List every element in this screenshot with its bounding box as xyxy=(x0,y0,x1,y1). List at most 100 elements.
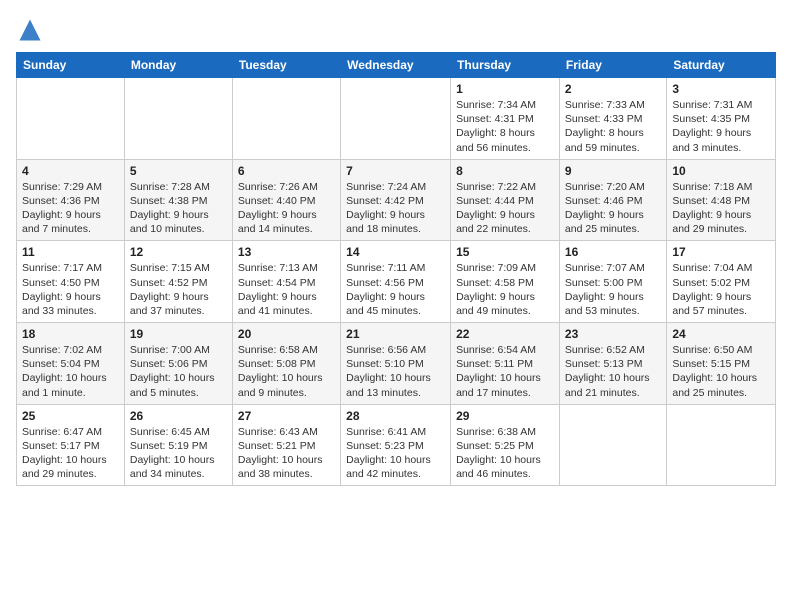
calendar-cell: 4 Sunrise: 7:29 AMSunset: 4:36 PMDaylight… xyxy=(17,159,125,241)
weekday-header-sunday: Sunday xyxy=(17,53,125,78)
calendar-cell xyxy=(667,404,776,486)
calendar-cell: 19Sunrise: 7:00 AMSunset: 5:06 PMDayligh… xyxy=(124,323,232,405)
calendar-cell: 25 Sunrise: 6:47 AMSunset: 5:17 PMDayligh… xyxy=(17,404,125,486)
day-number: 10 xyxy=(672,164,770,178)
day-info: Sunrise: 7:26 AMSunset: 4:40 PMDaylight:… xyxy=(238,180,335,237)
calendar-cell: 9 Sunrise: 7:20 AMSunset: 4:46 PMDaylight… xyxy=(559,159,666,241)
day-info: Sunrise: 6:56 AMSunset: 5:10 PMDaylight:… xyxy=(346,343,445,400)
day-info: Sunrise: 7:13 AMSunset: 4:54 PMDaylight:… xyxy=(238,261,335,318)
day-number: 17 xyxy=(672,245,770,259)
day-number: 11 xyxy=(22,245,119,259)
calendar-table: SundayMondayTuesdayWednesdayThursdayFrid… xyxy=(16,52,776,486)
day-number: 20 xyxy=(238,327,335,341)
day-number: 2 xyxy=(565,82,661,96)
day-info: Sunrise: 7:34 AMSunset: 4:31 PMDaylight:… xyxy=(456,98,554,155)
day-info: Sunrise: 7:18 AMSunset: 4:48 PMDaylight:… xyxy=(672,180,770,237)
logo xyxy=(16,16,48,44)
day-number: 12 xyxy=(130,245,227,259)
day-number: 1 xyxy=(456,82,554,96)
weekday-header-friday: Friday xyxy=(559,53,666,78)
day-info: Sunrise: 7:24 AMSunset: 4:42 PMDaylight:… xyxy=(346,180,445,237)
day-number: 15 xyxy=(456,245,554,259)
calendar-cell: 27 Sunrise: 6:43 AMSunset: 5:21 PMDayligh… xyxy=(232,404,340,486)
logo-icon xyxy=(16,16,44,44)
day-number: 21 xyxy=(346,327,445,341)
calendar-cell: 23 Sunrise: 6:52 AMSunset: 5:13 PMDayligh… xyxy=(559,323,666,405)
calendar-week-row: 1 Sunrise: 7:34 AMSunset: 4:31 PMDaylight… xyxy=(17,78,776,160)
calendar-cell: 7 Sunrise: 7:24 AMSunset: 4:42 PMDaylight… xyxy=(341,159,451,241)
day-number: 27 xyxy=(238,409,335,423)
calendar-cell: 13 Sunrise: 7:13 AMSunset: 4:54 PMDayligh… xyxy=(232,241,340,323)
calendar-cell: 16 Sunrise: 7:07 AMSunset: 5:00 PMDayligh… xyxy=(559,241,666,323)
day-number: 26 xyxy=(130,409,227,423)
weekday-header-wednesday: Wednesday xyxy=(341,53,451,78)
day-info: Sunrise: 6:47 AMSunset: 5:17 PMDaylight:… xyxy=(22,425,119,482)
day-info: Sunrise: 7:29 AMSunset: 4:36 PMDaylight:… xyxy=(22,180,119,237)
day-number: 5 xyxy=(130,164,227,178)
calendar-cell: 11 Sunrise: 7:17 AMSunset: 4:50 PMDayligh… xyxy=(17,241,125,323)
calendar-cell: 12 Sunrise: 7:15 AMSunset: 4:52 PMDayligh… xyxy=(124,241,232,323)
calendar-cell: 15 Sunrise: 7:09 AMSunset: 4:58 PMDayligh… xyxy=(451,241,560,323)
calendar-cell: 5 Sunrise: 7:28 AMSunset: 4:38 PMDaylight… xyxy=(124,159,232,241)
weekday-header-monday: Monday xyxy=(124,53,232,78)
calendar-week-row: 4 Sunrise: 7:29 AMSunset: 4:36 PMDaylight… xyxy=(17,159,776,241)
day-info: Sunrise: 7:15 AMSunset: 4:52 PMDaylight:… xyxy=(130,261,227,318)
day-number: 9 xyxy=(565,164,661,178)
calendar-cell xyxy=(232,78,340,160)
calendar-cell: 17 Sunrise: 7:04 AMSunset: 5:02 PMDayligh… xyxy=(667,241,776,323)
day-number: 6 xyxy=(238,164,335,178)
day-info: Sunrise: 7:04 AMSunset: 5:02 PMDaylight:… xyxy=(672,261,770,318)
day-info: Sunrise: 7:09 AMSunset: 4:58 PMDaylight:… xyxy=(456,261,554,318)
day-info: Sunrise: 6:50 AMSunset: 5:15 PMDaylight:… xyxy=(672,343,770,400)
calendar-cell: 1 Sunrise: 7:34 AMSunset: 4:31 PMDaylight… xyxy=(451,78,560,160)
calendar-cell: 14 Sunrise: 7:11 AMSunset: 4:56 PMDayligh… xyxy=(341,241,451,323)
calendar-week-row: 25 Sunrise: 6:47 AMSunset: 5:17 PMDayligh… xyxy=(17,404,776,486)
calendar-cell xyxy=(559,404,666,486)
day-info: Sunrise: 7:22 AMSunset: 4:44 PMDaylight:… xyxy=(456,180,554,237)
day-info: Sunrise: 7:02 AMSunset: 5:04 PMDaylight:… xyxy=(22,343,119,400)
calendar-cell: 21 Sunrise: 6:56 AMSunset: 5:10 PMDayligh… xyxy=(341,323,451,405)
day-number: 23 xyxy=(565,327,661,341)
calendar-cell: 29Sunrise: 6:38 AMSunset: 5:25 PMDayligh… xyxy=(451,404,560,486)
calendar-cell: 28 Sunrise: 6:41 AMSunset: 5:23 PMDayligh… xyxy=(341,404,451,486)
calendar-cell: 3 Sunrise: 7:31 AMSunset: 4:35 PMDaylight… xyxy=(667,78,776,160)
day-info: Sunrise: 7:33 AMSunset: 4:33 PMDaylight:… xyxy=(565,98,661,155)
calendar-cell: 26Sunrise: 6:45 AMSunset: 5:19 PMDayligh… xyxy=(124,404,232,486)
calendar-cell: 18 Sunrise: 7:02 AMSunset: 5:04 PMDayligh… xyxy=(17,323,125,405)
weekday-header-row: SundayMondayTuesdayWednesdayThursdayFrid… xyxy=(17,53,776,78)
calendar-cell xyxy=(341,78,451,160)
calendar-cell: 6 Sunrise: 7:26 AMSunset: 4:40 PMDaylight… xyxy=(232,159,340,241)
day-info: Sunrise: 6:41 AMSunset: 5:23 PMDaylight:… xyxy=(346,425,445,482)
day-number: 28 xyxy=(346,409,445,423)
calendar-cell: 10 Sunrise: 7:18 AMSunset: 4:48 PMDayligh… xyxy=(667,159,776,241)
day-number: 3 xyxy=(672,82,770,96)
calendar-week-row: 11 Sunrise: 7:17 AMSunset: 4:50 PMDayligh… xyxy=(17,241,776,323)
day-number: 22 xyxy=(456,327,554,341)
day-number: 14 xyxy=(346,245,445,259)
day-info: Sunrise: 6:43 AMSunset: 5:21 PMDaylight:… xyxy=(238,425,335,482)
day-number: 16 xyxy=(565,245,661,259)
day-info: Sunrise: 7:31 AMSunset: 4:35 PMDaylight:… xyxy=(672,98,770,155)
day-number: 4 xyxy=(22,164,119,178)
day-info: Sunrise: 6:38 AMSunset: 5:25 PMDaylight:… xyxy=(456,425,554,482)
day-info: Sunrise: 7:07 AMSunset: 5:00 PMDaylight:… xyxy=(565,261,661,318)
day-info: Sunrise: 7:11 AMSunset: 4:56 PMDaylight:… xyxy=(346,261,445,318)
calendar-cell: 22 Sunrise: 6:54 AMSunset: 5:11 PMDayligh… xyxy=(451,323,560,405)
weekday-header-saturday: Saturday xyxy=(667,53,776,78)
day-info: Sunrise: 7:20 AMSunset: 4:46 PMDaylight:… xyxy=(565,180,661,237)
calendar-cell: 20Sunrise: 6:58 AMSunset: 5:08 PMDayligh… xyxy=(232,323,340,405)
calendar-cell: 24 Sunrise: 6:50 AMSunset: 5:15 PMDayligh… xyxy=(667,323,776,405)
day-number: 25 xyxy=(22,409,119,423)
day-info: Sunrise: 7:17 AMSunset: 4:50 PMDaylight:… xyxy=(22,261,119,318)
day-number: 19 xyxy=(130,327,227,341)
day-number: 24 xyxy=(672,327,770,341)
day-info: Sunrise: 6:54 AMSunset: 5:11 PMDaylight:… xyxy=(456,343,554,400)
calendar-cell xyxy=(17,78,125,160)
day-number: 8 xyxy=(456,164,554,178)
day-number: 7 xyxy=(346,164,445,178)
day-info: Sunrise: 6:52 AMSunset: 5:13 PMDaylight:… xyxy=(565,343,661,400)
day-number: 18 xyxy=(22,327,119,341)
calendar-cell: 8 Sunrise: 7:22 AMSunset: 4:44 PMDaylight… xyxy=(451,159,560,241)
day-number: 13 xyxy=(238,245,335,259)
day-info: Sunrise: 7:28 AMSunset: 4:38 PMDaylight:… xyxy=(130,180,227,237)
